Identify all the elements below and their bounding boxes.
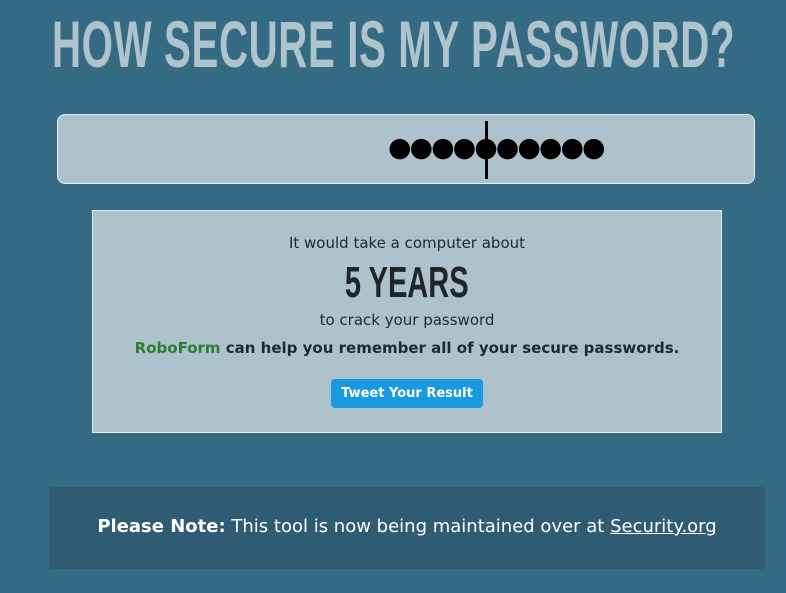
result-suffix-text: to crack your password (319, 311, 495, 329)
notice-body: This tool is now being maintained over a… (225, 516, 611, 537)
security-org-link[interactable]: Security.org (610, 516, 717, 537)
promo-text: can help you remember all of your secure… (220, 339, 680, 357)
crack-time-value: 5 YEARS (93, 257, 721, 309)
notice-label: Please Note: (97, 516, 226, 537)
result-panel: It would take a computer about 5 YEARS t… (92, 210, 722, 433)
tweet-result-button[interactable]: Tweet Your Result (331, 379, 483, 408)
crack-time-label: 5 YEARS (345, 258, 469, 307)
roboform-link[interactable]: RoboForm (135, 339, 221, 357)
result-intro-text: It would take a computer about (288, 234, 526, 252)
password-value: ●●●●●●●●●● (388, 132, 606, 163)
text-caret (485, 121, 488, 179)
maintenance-notice: Please Note: This tool is now being main… (49, 487, 765, 569)
password-input[interactable]: ●●●●●●●●●● (57, 114, 755, 184)
notice-text: Please Note: This tool is now being main… (49, 516, 765, 537)
promo-line: RoboForm can help you remember all of yo… (93, 339, 721, 357)
page-title: HOW SECURE IS MY PASSWORD? (52, 7, 736, 81)
